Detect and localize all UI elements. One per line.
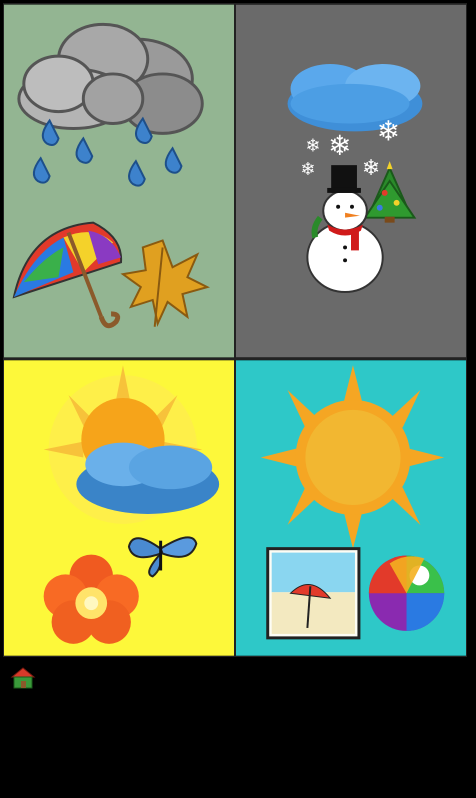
home-icon-graphic [10,667,36,689]
svg-text:❄: ❄ [300,159,315,180]
snow-cloud-icon [287,64,423,132]
home-icon[interactable] [10,666,36,690]
tile-autumn[interactable] [3,3,235,359]
tile-spring[interactable] [3,359,235,657]
svg-text:❄: ❄ [362,156,380,181]
svg-text:❄: ❄ [377,114,400,147]
summer-illustration [236,360,466,656]
winter-illustration: ❄ ❄ ❄ ❄ ❄ [236,4,466,358]
beach-postcard-icon [266,547,361,640]
svg-text:❄: ❄ [305,135,320,156]
tile-summer[interactable] [235,359,467,657]
svg-text:❄: ❄ [328,129,351,162]
autumn-illustration [4,4,234,358]
beach-ball-icon [368,555,445,631]
cloud-icon [76,442,220,514]
tile-winter[interactable]: ❄ ❄ ❄ ❄ ❄ [235,3,467,359]
spring-illustration [4,360,234,656]
season-grid: ❄ ❄ ❄ ❄ ❄ [3,3,467,657]
